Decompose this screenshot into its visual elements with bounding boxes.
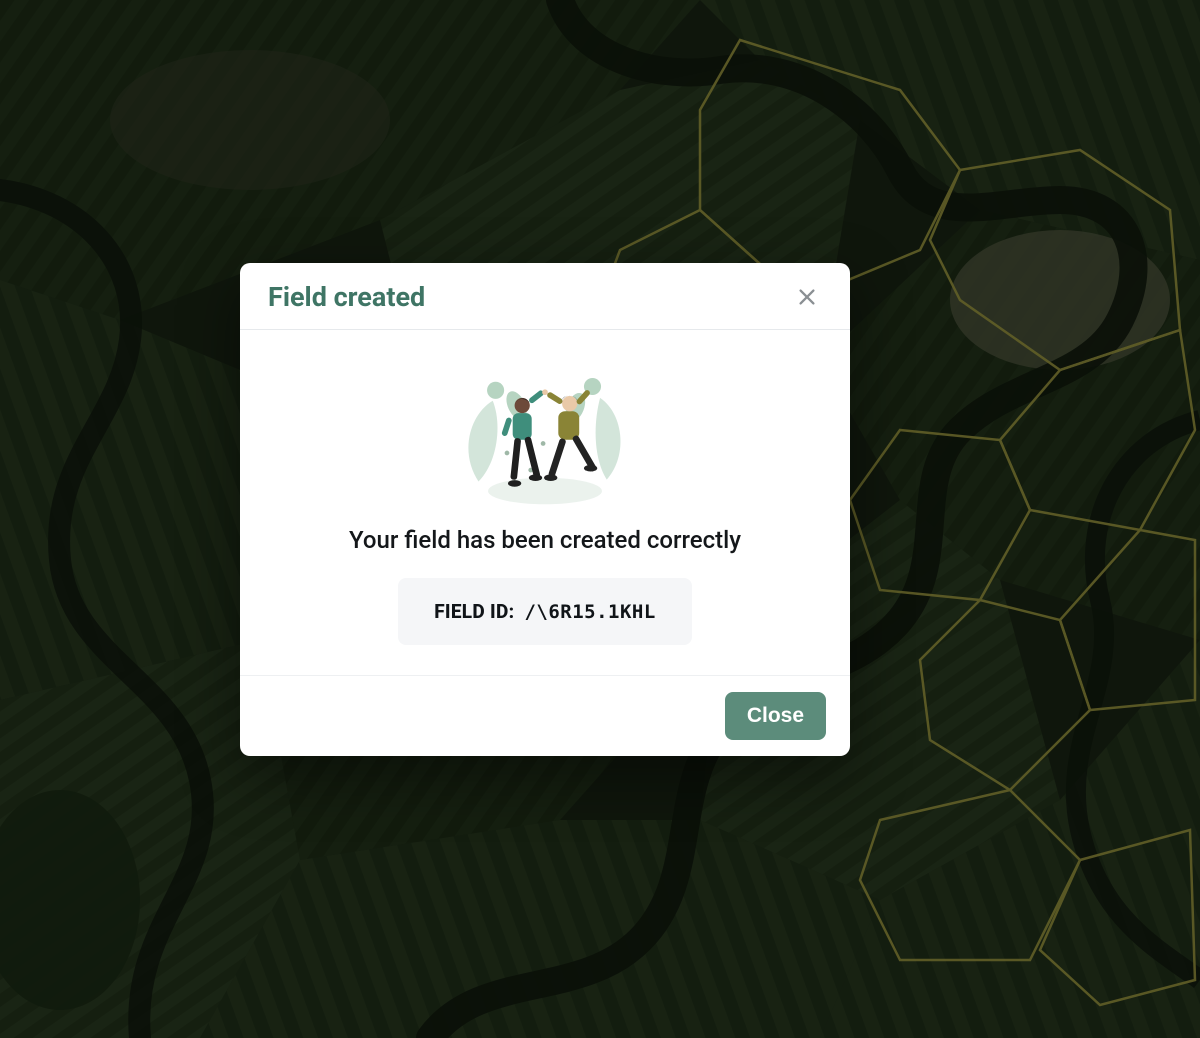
close-button[interactable]: Close — [725, 692, 826, 740]
dialog-body: Your field has been created correctly FI… — [240, 330, 850, 676]
field-id-value: /\6R15.1KHL — [524, 601, 655, 623]
success-message: Your field has been created correctly — [349, 526, 741, 554]
dialog-header: Field created — [240, 263, 850, 330]
celebration-illustration — [450, 358, 640, 508]
field-created-dialog: Field created — [240, 263, 850, 756]
field-id-box: FIELD ID: /\6R15.1KHL — [398, 578, 692, 645]
dialog-footer: Close — [240, 676, 850, 756]
close-icon[interactable] — [792, 282, 822, 312]
field-id-label: FIELD ID: — [434, 600, 514, 623]
dialog-title: Field created — [268, 281, 425, 313]
